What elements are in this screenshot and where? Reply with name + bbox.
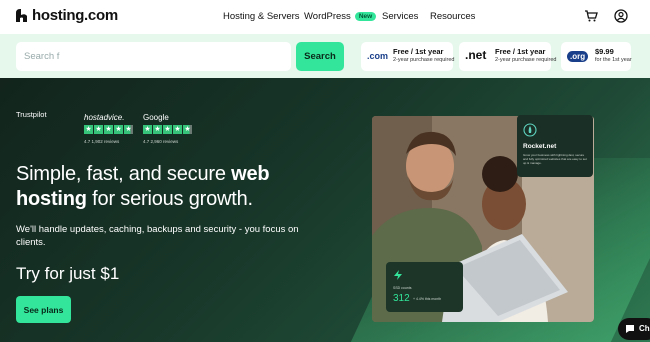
- promo-org-sub: for the 1st year: [595, 57, 632, 63]
- see-plans-button[interactable]: See plans: [16, 296, 71, 323]
- nav-services[interactable]: Services: [382, 11, 418, 22]
- trustpilot-logo[interactable]: Trustpilot: [16, 110, 47, 119]
- promo-net-title: Free / 1st year: [495, 47, 546, 56]
- google-stars: ★ ★ ★ ★ ★: [143, 125, 192, 134]
- hero-subtext: We'll handle updates, caching, backups a…: [16, 224, 299, 248]
- star-icon: ★: [84, 125, 93, 134]
- tld-net: .net: [465, 48, 487, 62]
- hostadvice-logo[interactable]: hostadvice.: [84, 113, 124, 122]
- headline-part-2: for serious growth.: [86, 188, 253, 210]
- stat-label: SSD counts: [393, 286, 412, 290]
- rocket-text: Grow your business with lightning-fast, …: [523, 153, 587, 165]
- logo[interactable]: hosting.com: [14, 7, 118, 24]
- promo-org[interactable]: .org $9.99 for the 1st year: [561, 42, 632, 71]
- hostadvice-score: 4.7 1,902 reviews: [84, 139, 120, 144]
- stat-delta: + 4.4% this month: [413, 297, 442, 301]
- star-icon: ★: [114, 125, 123, 134]
- rocket-logo-icon: [523, 123, 537, 137]
- try-price: Try for just $1: [16, 264, 120, 283]
- logo-text: hosting.com: [32, 7, 118, 24]
- tld-org: .org: [567, 51, 589, 62]
- hostadvice-stars: ★ ★ ★ ★ ★: [84, 125, 133, 134]
- nav-wordpress[interactable]: WordPress New: [304, 11, 377, 22]
- star-icon: ★: [153, 125, 162, 134]
- search-button[interactable]: Search: [296, 42, 344, 71]
- nav-hosting-servers[interactable]: Hosting & Servers: [223, 11, 300, 22]
- logo-mark-icon: [16, 9, 27, 22]
- stat-card: SSD counts 312 + 4.4% this month: [386, 262, 463, 312]
- user-circle-icon[interactable]: [614, 9, 628, 23]
- tld-com: .com: [367, 51, 389, 61]
- star-icon: ★: [124, 125, 133, 134]
- star-icon: ★: [163, 125, 172, 134]
- promo-net-sub: 2-year purchase required: [495, 57, 557, 63]
- nav-resources[interactable]: Resources: [430, 11, 475, 22]
- site-header: hosting.com Hosting & Servers WordPress N…: [0, 0, 650, 34]
- headline-part-1: Simple, fast, and secure: [16, 163, 232, 185]
- promo-net[interactable]: .net Free / 1st year 2-year purchase req…: [459, 42, 556, 71]
- rocket-title: Rocket.net: [523, 143, 557, 150]
- new-badge: New: [354, 12, 377, 21]
- chat-launcher[interactable]: Ch: [618, 318, 650, 340]
- nav-wordpress-label: WordPress: [304, 11, 351, 22]
- promo-com-title: Free / 1st year: [393, 47, 444, 56]
- star-icon: ★: [104, 125, 113, 134]
- star-icon: ★: [173, 125, 182, 134]
- google-logo[interactable]: Google: [143, 113, 169, 122]
- promo-com-sub: 2-year purchase required: [393, 57, 455, 63]
- chat-label: Ch: [639, 324, 650, 333]
- promo-org-title: $9.99: [595, 47, 614, 56]
- chat-bubble-icon: [626, 325, 634, 333]
- stat-value: 312: [393, 293, 410, 304]
- star-icon: ★: [143, 125, 152, 134]
- google-score: 4.7 2,960 reviews: [143, 139, 179, 144]
- star-icon: ★: [94, 125, 103, 134]
- star-icon: ★: [183, 125, 192, 134]
- domain-search-input[interactable]: [16, 42, 291, 71]
- hero-headline: Simple, fast, and secure web hosting for…: [16, 162, 306, 212]
- cart-icon[interactable]: [584, 9, 598, 23]
- promo-com[interactable]: .com Free / 1st year 2-year purchase req…: [361, 42, 455, 71]
- rocket-net-card: Rocket.net Grow your business with light…: [517, 115, 593, 177]
- bolt-icon: [394, 270, 402, 280]
